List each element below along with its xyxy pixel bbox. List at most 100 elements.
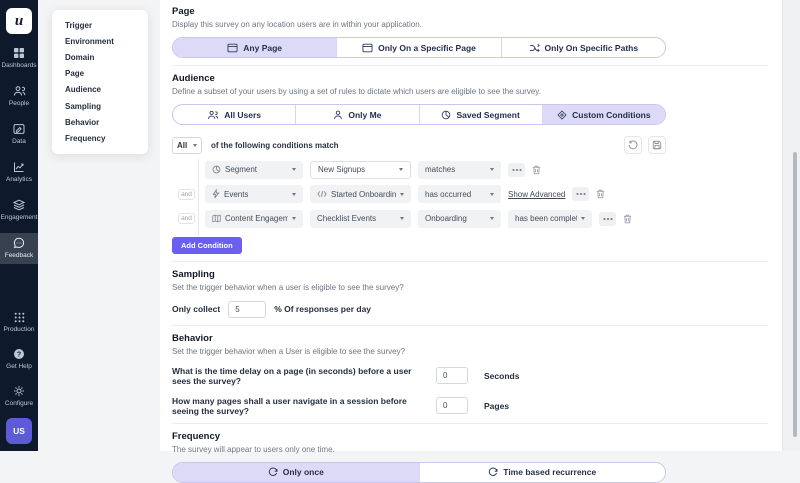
section-divider [172, 65, 768, 66]
condition-type-dropdown[interactable]: Content Engagement [205, 210, 303, 228]
condition-operator-value: matches [425, 165, 455, 174]
delete-condition-button[interactable] [596, 189, 605, 199]
behavior-pages-input[interactable] [436, 397, 468, 414]
and-chip: and [178, 189, 195, 200]
menu-item-frequency[interactable]: Frequency [52, 130, 148, 146]
condition-type-value: Content Engagement [225, 214, 288, 223]
chevron-down-icon [581, 217, 585, 220]
condition-value-dropdown[interactable]: New Signups [310, 161, 411, 179]
sidebar-item-label: Dashboards [1, 62, 36, 69]
sampling-section-title: Sampling [172, 269, 782, 280]
audience-section-subtitle: Define a subset of your users by using a… [172, 87, 782, 96]
app-logo[interactable]: u [6, 8, 32, 34]
sidebar-item-label: Production [3, 326, 34, 333]
sampling-section-subtitle: Set the trigger behavior when a user is … [172, 283, 782, 292]
chevron-down-icon [399, 168, 403, 171]
sidebar-item-analytics[interactable]: Analytics [0, 157, 38, 188]
condition-row: and Content Engagement Checklist Events … [205, 210, 732, 228]
condition-type-dropdown[interactable]: Segment [205, 161, 303, 179]
sidebar-item-get-help[interactable]: ? Get Help [0, 344, 38, 375]
option-time-based-recurrence[interactable]: Time based recurrence [420, 463, 666, 482]
more-options-button[interactable] [599, 212, 616, 226]
sidebar-item-feedback[interactable]: Feedback [0, 233, 38, 264]
condition-value: Checklist Events [317, 214, 376, 223]
menu-item-audience[interactable]: Audience [52, 82, 148, 98]
chevron-down-icon [490, 168, 494, 171]
frequency-section-subtitle: The survey will appear to users only one… [172, 445, 782, 454]
ellipsis-icon [576, 192, 586, 196]
option-any-page[interactable]: Any Page [173, 38, 337, 57]
sidebar-item-configure[interactable]: Configure [0, 381, 38, 412]
sidebar-item-production[interactable]: Production [0, 308, 38, 338]
save-conditions-button[interactable] [648, 136, 666, 154]
condition-operator-dropdown[interactable]: has occurred [418, 185, 501, 203]
reset-conditions-button[interactable] [624, 136, 642, 154]
engagement-icon [13, 199, 25, 211]
scrollbar-track[interactable] [782, 0, 800, 451]
chevron-down-icon [292, 168, 296, 171]
sidebar-item-label: Data [12, 138, 26, 145]
target-icon [557, 110, 567, 120]
behavior-delay-unit: Seconds [484, 371, 519, 381]
condition-type-value: Segment [225, 165, 257, 174]
condition-row: and Events Started Onboarding has occurr… [205, 185, 732, 203]
more-options-button[interactable] [508, 163, 525, 177]
option-all-users[interactable]: All Users [173, 105, 296, 124]
condition-operator-value: has occurred [425, 190, 471, 199]
user-avatar[interactable]: US [6, 418, 32, 444]
sidebar-nav: Dashboards People Data Analytics Engagem… [0, 43, 38, 271]
behavior-delay-label: What is the time delay on a page (in sec… [172, 366, 428, 386]
sidebar-item-label: People [9, 100, 29, 107]
option-only-me[interactable]: Only Me [296, 105, 419, 124]
menu-item-trigger[interactable]: Trigger [52, 17, 148, 33]
add-condition-button[interactable]: Add Condition [172, 237, 242, 254]
show-advanced-link[interactable]: Show Advanced [508, 190, 565, 199]
menu-item-behavior[interactable]: Behavior [52, 114, 148, 130]
condition-operator-dropdown[interactable]: matches [418, 161, 501, 179]
condition-type-dropdown[interactable]: Events [205, 185, 303, 203]
sidebar-item-people[interactable]: People [0, 81, 38, 112]
chevron-down-icon [400, 217, 404, 220]
section-divider [172, 261, 768, 262]
users-icon [207, 110, 219, 120]
more-options-button[interactable] [572, 187, 589, 201]
option-only-once[interactable]: Only once [173, 463, 420, 482]
condition-operator-dropdown[interactable]: has been completed [508, 210, 592, 228]
frequency-segmented-control: Only once Time based recurrence [172, 462, 666, 483]
behavior-delay-input[interactable] [436, 367, 468, 384]
sidebar-item-engagement[interactable]: Engagement [0, 195, 38, 226]
menu-item-environment[interactable]: Environment [52, 33, 148, 49]
menu-item-domain[interactable]: Domain [52, 49, 148, 65]
option-specific-paths[interactable]: Only On Specific Paths [502, 38, 665, 57]
map-icon [212, 214, 221, 223]
section-divider [172, 325, 768, 326]
scrollbar-thumb[interactable] [793, 152, 797, 437]
grid-icon [14, 312, 25, 323]
dashboards-icon [13, 47, 25, 59]
delete-condition-button[interactable] [623, 214, 632, 224]
sidebar-item-label: Feedback [5, 252, 34, 259]
condition-subvalue-dropdown[interactable]: Onboarding [418, 210, 501, 228]
option-label: Saved Segment [456, 110, 519, 120]
condition-value-dropdown[interactable]: Checklist Events [310, 210, 411, 228]
sidebar-item-label: Engagement [1, 214, 38, 221]
feedback-icon [13, 237, 25, 249]
conditions-list: Segment New Signups matches and Events [172, 161, 732, 228]
condition-operator-value: has been completed [515, 214, 577, 223]
conditions-match-row: All of the following conditions match [172, 136, 666, 154]
condition-value-dropdown[interactable]: Started Onboarding [310, 185, 411, 203]
option-label: Only once [283, 467, 324, 477]
sampling-percent-input[interactable] [228, 301, 266, 318]
option-saved-segment[interactable]: Saved Segment [420, 105, 543, 124]
sidebar-item-dashboards[interactable]: Dashboards [0, 43, 38, 74]
undo-icon [628, 140, 638, 150]
option-custom-conditions[interactable]: Custom Conditions [543, 105, 665, 124]
sidebar-item-data[interactable]: Data [0, 119, 38, 150]
match-type-select[interactable]: All [172, 137, 202, 154]
option-specific-page[interactable]: Only On a Specific Page [337, 38, 501, 57]
menu-item-page[interactable]: Page [52, 66, 148, 82]
sidebar-item-label: Get Help [6, 363, 32, 370]
delete-condition-button[interactable] [532, 165, 541, 175]
condition-row: Segment New Signups matches [205, 161, 732, 179]
menu-item-sampling[interactable]: Sampling [52, 98, 148, 114]
